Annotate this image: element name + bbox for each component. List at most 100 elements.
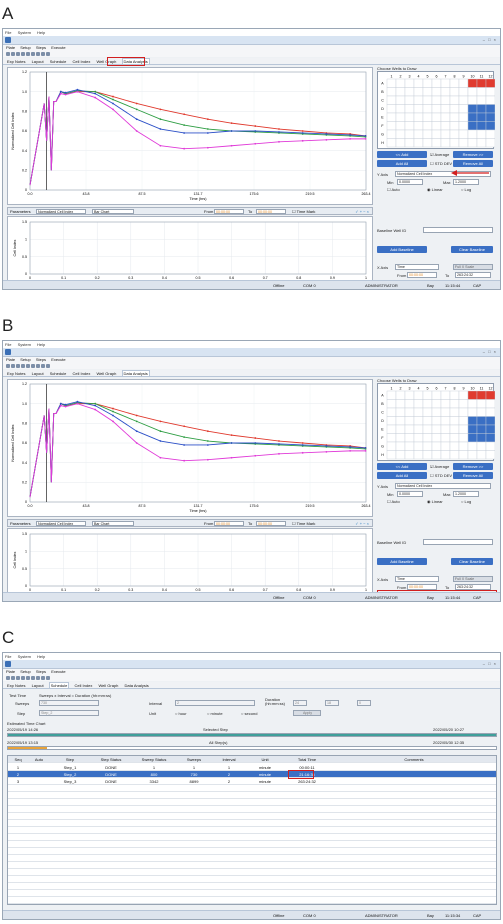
x-axis-select[interactable]: Time — [395, 576, 439, 582]
menu-help[interactable]: Help — [37, 342, 45, 347]
well-cell[interactable] — [440, 433, 451, 443]
well-cell[interactable] — [440, 450, 451, 460]
well-cell[interactable] — [458, 390, 469, 400]
well-cell[interactable] — [404, 95, 415, 105]
well-cell[interactable] — [467, 424, 478, 434]
well-cell[interactable] — [386, 104, 397, 114]
well-cell[interactable] — [404, 87, 415, 97]
tab-exp-notes[interactable]: Exp Notes — [6, 59, 26, 64]
well-cell[interactable] — [386, 399, 397, 409]
std-dev-checkbox[interactable]: ☐ STD DEV — [430, 473, 452, 478]
well-cell[interactable] — [431, 129, 442, 139]
well-cell[interactable] — [476, 104, 487, 114]
y-axis-select[interactable]: Normalized Cell Index — [395, 483, 491, 489]
well-cell[interactable] — [422, 129, 433, 139]
well-cell[interactable] — [440, 441, 451, 451]
well-cell[interactable] — [458, 424, 469, 434]
well-cell[interactable] — [404, 121, 415, 131]
baseline-input[interactable] — [423, 539, 493, 545]
well-cell[interactable] — [449, 416, 460, 426]
well-cell[interactable] — [431, 441, 442, 451]
menu-file[interactable]: File — [5, 342, 11, 347]
well-cell[interactable] — [476, 390, 487, 400]
remove-all-button[interactable]: Remove All — [453, 160, 493, 167]
well-cell[interactable] — [440, 104, 451, 114]
x-axis-select[interactable]: Time — [395, 264, 439, 270]
well-cell[interactable] — [422, 112, 433, 122]
well-cell[interactable] — [485, 129, 496, 139]
menu-system[interactable]: System — [18, 342, 31, 347]
well-cell[interactable] — [404, 424, 415, 434]
menu-execute[interactable]: Execute — [51, 357, 65, 362]
well-cell[interactable] — [440, 129, 451, 139]
well-cell[interactable] — [449, 78, 460, 88]
well-cell[interactable] — [476, 112, 487, 122]
add-baseline-button[interactable]: Add Baseline — [377, 558, 427, 565]
well-cell[interactable] — [413, 433, 424, 443]
well-cell[interactable] — [467, 450, 478, 460]
chart-action-icons[interactable]: ✓ + − × — [355, 208, 369, 215]
well-cell[interactable] — [440, 95, 451, 105]
well-cell[interactable] — [395, 95, 406, 105]
menu-steps[interactable]: Steps — [36, 669, 46, 674]
well-cell[interactable] — [467, 121, 478, 131]
tab-cell-index[interactable]: Cell Index — [74, 683, 94, 688]
well-cell[interactable] — [485, 424, 496, 434]
chart-type-select[interactable]: Bar Chart — [92, 521, 134, 526]
remove-button[interactable]: Remove >> — [453, 151, 493, 158]
new-icon[interactable] — [6, 364, 10, 368]
well-cell[interactable] — [386, 138, 397, 148]
play-icon[interactable] — [26, 52, 30, 56]
well-cell[interactable] — [413, 399, 424, 409]
well-cell[interactable] — [422, 95, 433, 105]
stop-icon[interactable] — [31, 364, 35, 368]
well-cell[interactable] — [404, 407, 415, 417]
well-cell[interactable] — [467, 87, 478, 97]
well-cell[interactable] — [404, 450, 415, 460]
grid-icon[interactable] — [41, 364, 45, 368]
well-cell[interactable] — [422, 78, 433, 88]
pause-icon[interactable] — [36, 364, 40, 368]
well-cell[interactable] — [413, 407, 424, 417]
grid-icon[interactable] — [41, 676, 45, 680]
tab-schedule[interactable]: Schedule — [49, 371, 68, 376]
well-cell[interactable] — [395, 390, 406, 400]
menu-plate[interactable]: Plate — [6, 45, 15, 50]
well-cell[interactable] — [485, 138, 496, 148]
well-cell[interactable] — [449, 450, 460, 460]
well-cell[interactable] — [440, 399, 451, 409]
well-cell[interactable] — [395, 441, 406, 451]
well-cell[interactable] — [404, 399, 415, 409]
open-icon[interactable] — [11, 676, 15, 680]
xto-input[interactable]: 263:24:32 — [455, 272, 491, 278]
auto-checkbox[interactable]: ☐ Auto — [387, 187, 400, 192]
well-cell[interactable] — [395, 424, 406, 434]
well-cell[interactable] — [440, 424, 451, 434]
parameter-select[interactable]: Normalized Cell Index — [36, 521, 86, 526]
well-cell[interactable] — [431, 390, 442, 400]
well-cell[interactable] — [458, 129, 469, 139]
well-cell[interactable] — [395, 78, 406, 88]
well-cell[interactable] — [467, 104, 478, 114]
well-cell[interactable] — [431, 104, 442, 114]
remove-button[interactable]: Remove >> — [453, 463, 493, 470]
well-cell[interactable] — [395, 104, 406, 114]
table-row[interactable]: 2 Step_2 DONE 800 730 2 minute 21:16:35 — [8, 771, 496, 778]
print-icon[interactable] — [21, 676, 25, 680]
well-cell[interactable] — [467, 129, 478, 139]
duration-minutes[interactable]: 18 — [325, 700, 339, 706]
menu-plate[interactable]: Plate — [6, 357, 15, 362]
step-input[interactable]: Step_2 — [39, 710, 99, 716]
menu-help[interactable]: Help — [37, 654, 45, 659]
well-cell[interactable] — [413, 87, 424, 97]
well-cell[interactable] — [413, 390, 424, 400]
log-radio[interactable]: ○ Log — [461, 187, 471, 192]
well-cell[interactable] — [413, 416, 424, 426]
well-cell[interactable] — [395, 450, 406, 460]
tab-exp-notes[interactable]: Exp Notes — [6, 683, 26, 688]
well-cell[interactable] — [395, 138, 406, 148]
well-cell[interactable] — [404, 433, 415, 443]
well-cell[interactable] — [422, 441, 433, 451]
menu-system[interactable]: System — [18, 654, 31, 659]
well-cell[interactable] — [458, 441, 469, 451]
